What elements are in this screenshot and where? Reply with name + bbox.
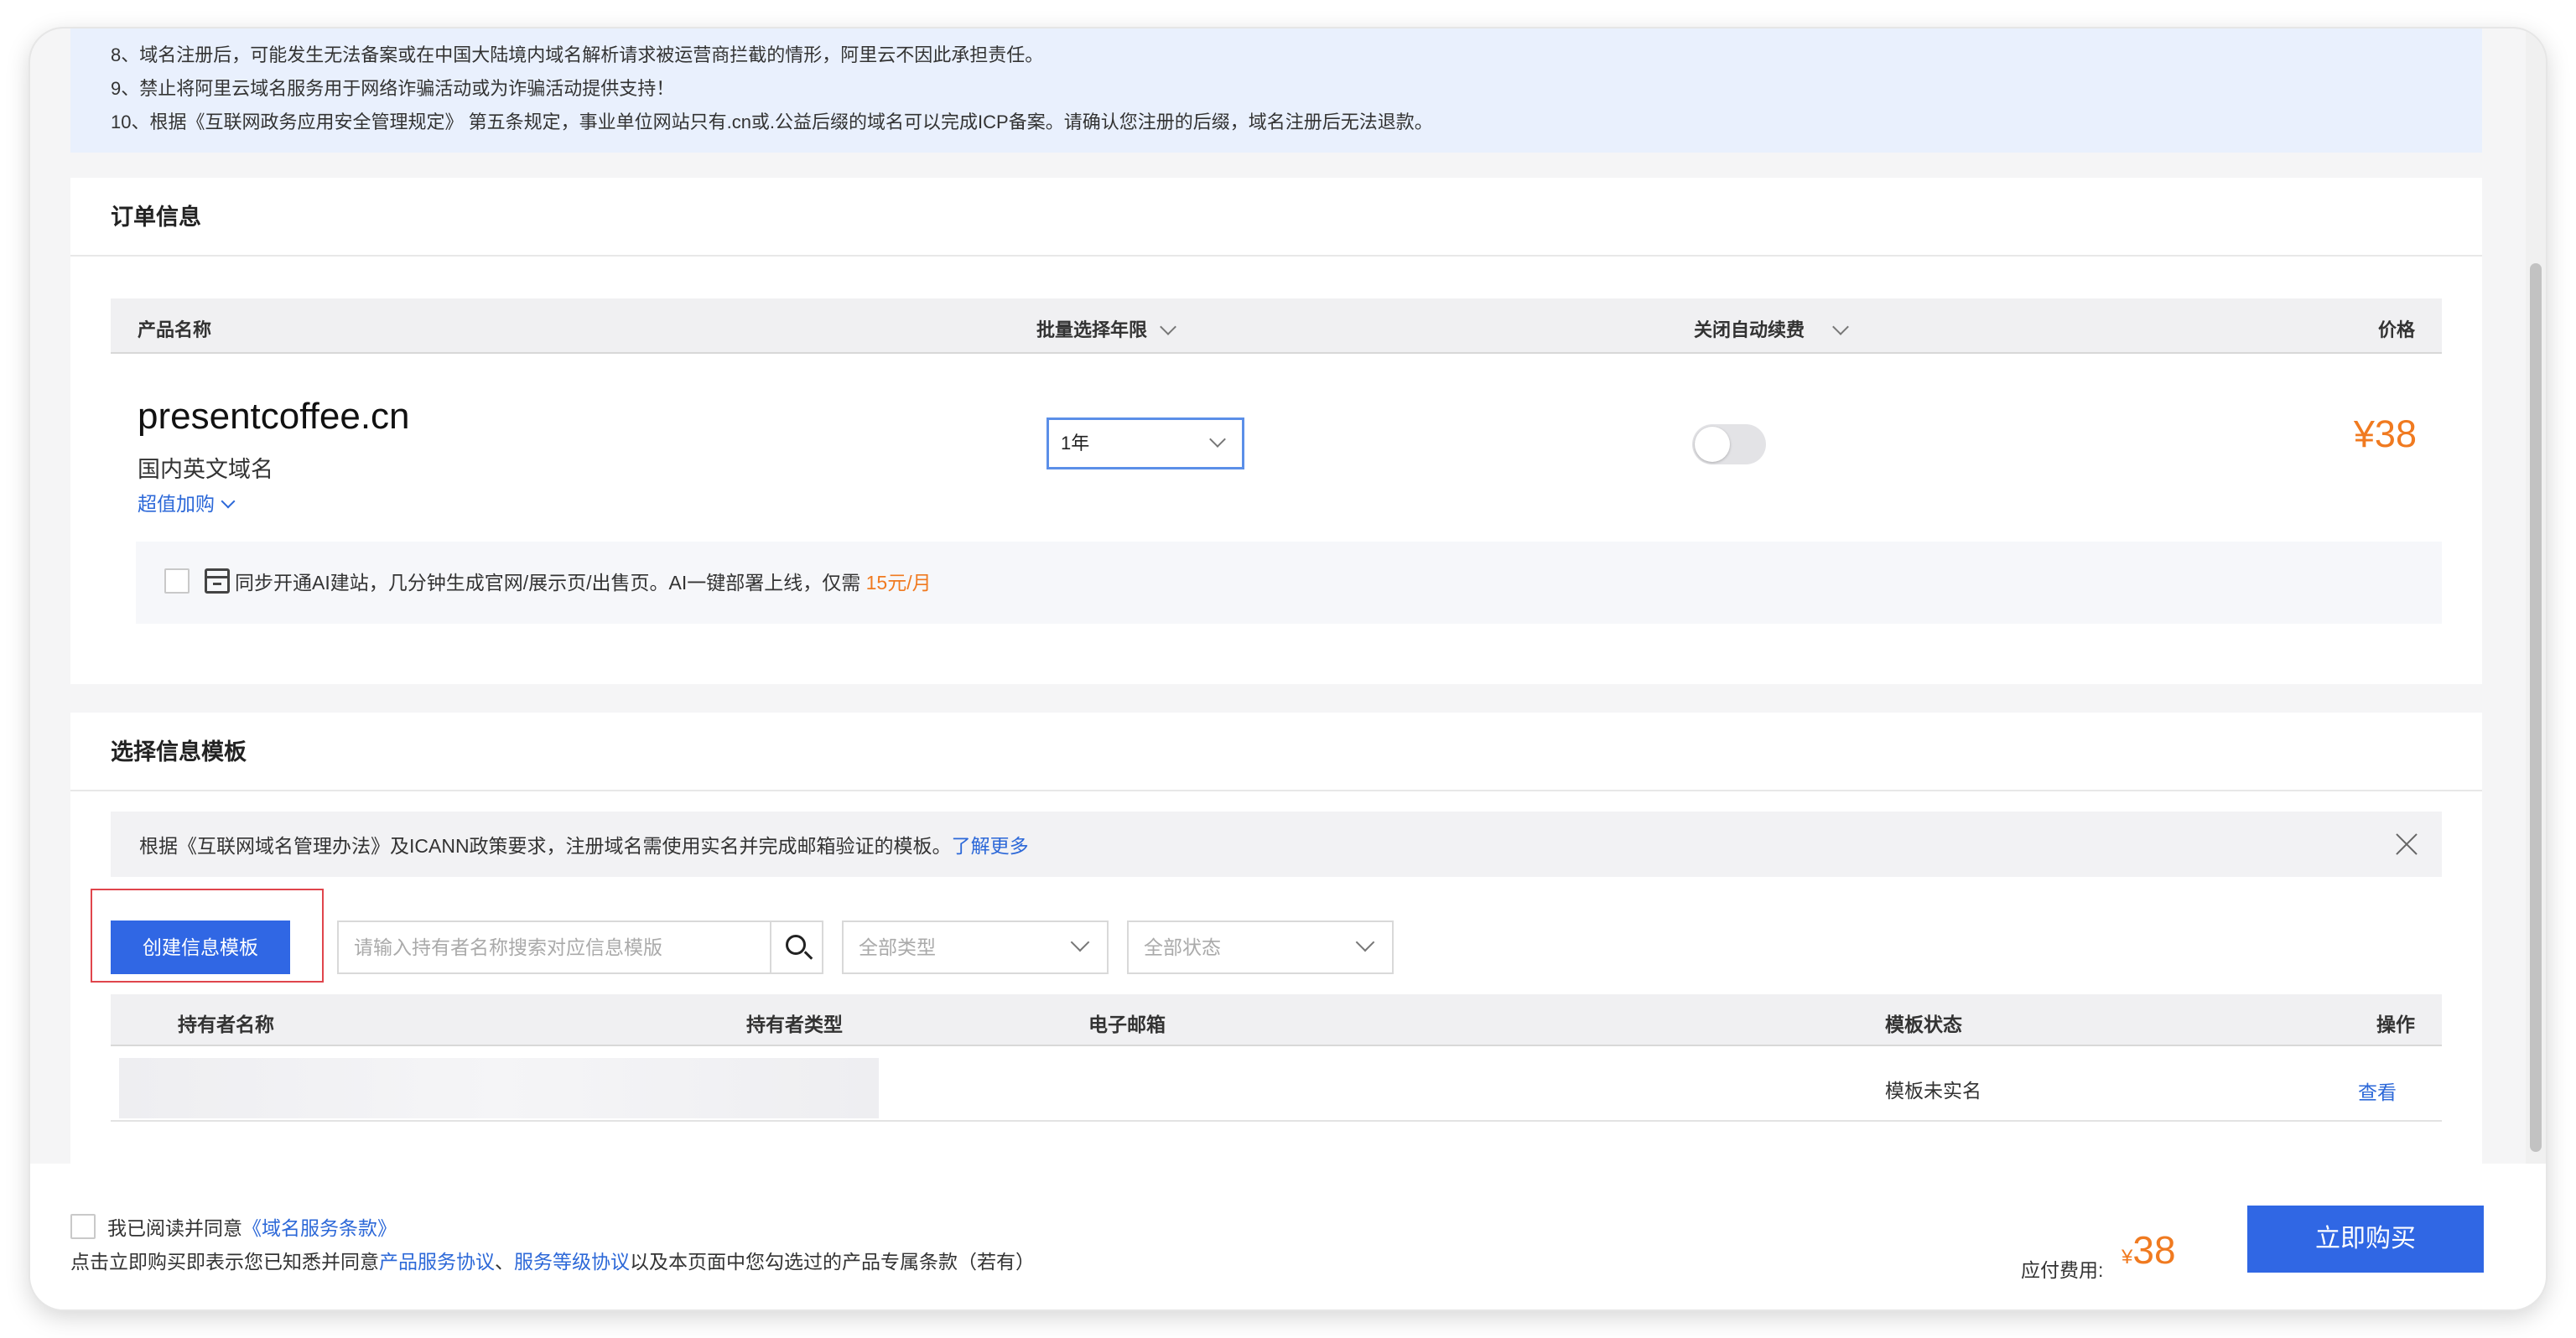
col-action: 操作 bbox=[2376, 1014, 2415, 1035]
col-product: 产品名称 bbox=[138, 319, 212, 340]
template-panel: 选择信息模板 根据《互联网域名管理办法》及ICANN政策要求，注册域名需使用实名… bbox=[70, 713, 2482, 1164]
order-panel: 订单信息 产品名称 批量选择年限 关闭自动续费 价格 presentcoffee… bbox=[70, 178, 2482, 684]
year-select-value: 1年 bbox=[1061, 433, 1090, 454]
status-filter-value: 全部状态 bbox=[1144, 936, 1221, 958]
agree-text: 我已阅读并同意《域名服务条款》 bbox=[107, 1212, 397, 1241]
type-filter-select[interactable]: 全部类型 bbox=[842, 921, 1109, 974]
pay-currency: ¥ bbox=[2122, 1246, 2133, 1268]
holder-search-input[interactable]: 请输入持有者名称搜索对应信息模版 bbox=[337, 921, 771, 974]
notice-prefix: 点击立即购买即表示您已知悉并同意 bbox=[70, 1251, 379, 1273]
view-link[interactable]: 查看 bbox=[2358, 1076, 2397, 1105]
search-icon bbox=[786, 935, 806, 955]
col-status: 模板状态 bbox=[1885, 1014, 1962, 1035]
browser-window: 8、域名注册后，可能发生无法备案或在中国大陆境内域名解析请求被运营商拦截的情形，… bbox=[30, 29, 2546, 1309]
blurred-holder-info bbox=[119, 1058, 879, 1118]
search-icon-handle bbox=[803, 951, 813, 960]
ai-offer-desc: 同步开通AI建站，几分钟生成官网/展示页/出售页。AI一键部署上线，仅需 bbox=[235, 572, 866, 594]
col-holder-type: 持有者类型 bbox=[746, 1014, 843, 1035]
template-status: 模板未实名 bbox=[1885, 1080, 1981, 1102]
checkout-footer: 我已阅读并同意《域名服务条款》 点击立即购买即表示您已知悉并同意产品服务协议、服… bbox=[30, 1164, 2546, 1309]
close-icon[interactable] bbox=[2392, 828, 2422, 858]
page-content: 8、域名注册后，可能发生无法备案或在中国大陆境内域名解析请求被运营商拦截的情形，… bbox=[30, 29, 2526, 1164]
col-years-dropdown[interactable]: 批量选择年限 bbox=[1036, 315, 1176, 342]
sla-link[interactable]: 服务等级协议 bbox=[514, 1251, 630, 1273]
chevron-down-icon bbox=[1070, 932, 1090, 952]
col-auto-renew-label: 关闭自动续费 bbox=[1694, 319, 1805, 340]
highlight-annotation bbox=[91, 889, 324, 983]
table-row: 模板未实名 查看 bbox=[111, 1046, 2442, 1122]
col-years-label: 批量选择年限 bbox=[1036, 319, 1148, 340]
purchase-notice: 点击立即购买即表示您已知悉并同意产品服务协议、服务等级协议以及本页面中您勾选过的… bbox=[70, 1246, 1035, 1274]
domain-type: 国内英文域名 bbox=[138, 457, 273, 482]
template-panel-title: 选择信息模板 bbox=[70, 713, 2482, 791]
terms-link[interactable]: 《域名服务条款》 bbox=[242, 1217, 397, 1239]
pay-amount: ¥38 bbox=[2122, 1227, 2176, 1273]
separator: 、 bbox=[495, 1251, 514, 1273]
template-tip-text: 根据《互联网域名管理办法》及ICANN政策要求，注册域名需使用实名并完成邮箱验证… bbox=[139, 835, 952, 857]
col-price: 价格 bbox=[2377, 319, 2415, 340]
agree-checkbox[interactable] bbox=[70, 1214, 96, 1239]
order-table-header: 产品名称 批量选择年限 关闭自动续费 价格 bbox=[111, 298, 2442, 354]
chevron-down-icon bbox=[1832, 319, 1849, 335]
scrollbar[interactable] bbox=[2526, 29, 2546, 1164]
notice-line-8: 8、域名注册后，可能发生无法备案或在中国大陆境内域名解析请求被运营商拦截的情形，… bbox=[111, 44, 1044, 65]
chevron-down-icon bbox=[221, 494, 236, 509]
template-tip: 根据《互联网域名管理办法》及ICANN政策要求，注册域名需使用实名并完成邮箱验证… bbox=[111, 812, 2442, 877]
website-icon bbox=[205, 568, 230, 594]
item-price: ¥38 bbox=[2353, 412, 2417, 455]
pay-label: 应付费用: bbox=[2021, 1259, 2104, 1281]
toggle-knob bbox=[1695, 427, 1730, 462]
agree-prefix: 我已阅读并同意 bbox=[107, 1217, 242, 1239]
template-table-header: 持有者名称 持有者类型 电子邮箱 模板状态 操作 bbox=[111, 994, 2442, 1046]
ai-offer-row: 同步开通AI建站，几分钟生成官网/展示页/出售页。AI一键部署上线，仅需 15元… bbox=[136, 542, 2442, 624]
order-panel-title: 订单信息 bbox=[70, 178, 2482, 257]
ai-offer-price: 15元/月 bbox=[865, 572, 932, 594]
col-email: 电子邮箱 bbox=[1088, 1014, 1166, 1035]
status-filter-select[interactable]: 全部状态 bbox=[1127, 921, 1394, 974]
addon-link-label: 超值加购 bbox=[138, 493, 215, 515]
chevron-down-icon bbox=[1209, 431, 1226, 448]
notice-box: 8、域名注册后，可能发生无法备案或在中国大陆境内域名解析请求被运营商拦截的情形，… bbox=[70, 29, 2482, 153]
search-button[interactable] bbox=[770, 921, 823, 974]
chevron-down-icon bbox=[1355, 932, 1375, 952]
notice-suffix: 以及本页面中您勾选过的产品专属条款（若有） bbox=[630, 1251, 1035, 1273]
year-select[interactable]: 1年 bbox=[1046, 417, 1244, 469]
addon-link[interactable]: 超值加购 bbox=[138, 488, 236, 516]
notice-line-10: 10、根据《互联网政务应用安全管理规定》 第五条规定，事业单位网站只有.cn或.… bbox=[111, 112, 1433, 132]
product-agreement-link[interactable]: 产品服务协议 bbox=[379, 1251, 495, 1273]
col-auto-renew-dropdown[interactable]: 关闭自动续费 bbox=[1694, 315, 1849, 342]
chevron-down-icon bbox=[1160, 319, 1176, 335]
learn-more-link[interactable]: 了解更多 bbox=[952, 835, 1029, 857]
ai-offer-text: 同步开通AI建站，几分钟生成官网/展示页/出售页。AI一键部署上线，仅需 15元… bbox=[235, 567, 932, 595]
notice-line-9: 9、禁止将阿里云域名服务用于网络诈骗活动或为诈骗活动提供支持！ bbox=[111, 78, 675, 99]
auto-renew-toggle[interactable] bbox=[1692, 424, 1766, 464]
col-holder-name: 持有者名称 bbox=[178, 1014, 274, 1035]
scrollbar-thumb[interactable] bbox=[2530, 263, 2542, 1152]
domain-name: presentcoffee.cn bbox=[138, 396, 410, 437]
ai-offer-checkbox[interactable] bbox=[164, 568, 190, 594]
pay-amount-value: 38 bbox=[2132, 1228, 2176, 1272]
buy-now-button[interactable]: 立即购买 bbox=[2247, 1206, 2484, 1273]
type-filter-value: 全部类型 bbox=[859, 936, 936, 958]
